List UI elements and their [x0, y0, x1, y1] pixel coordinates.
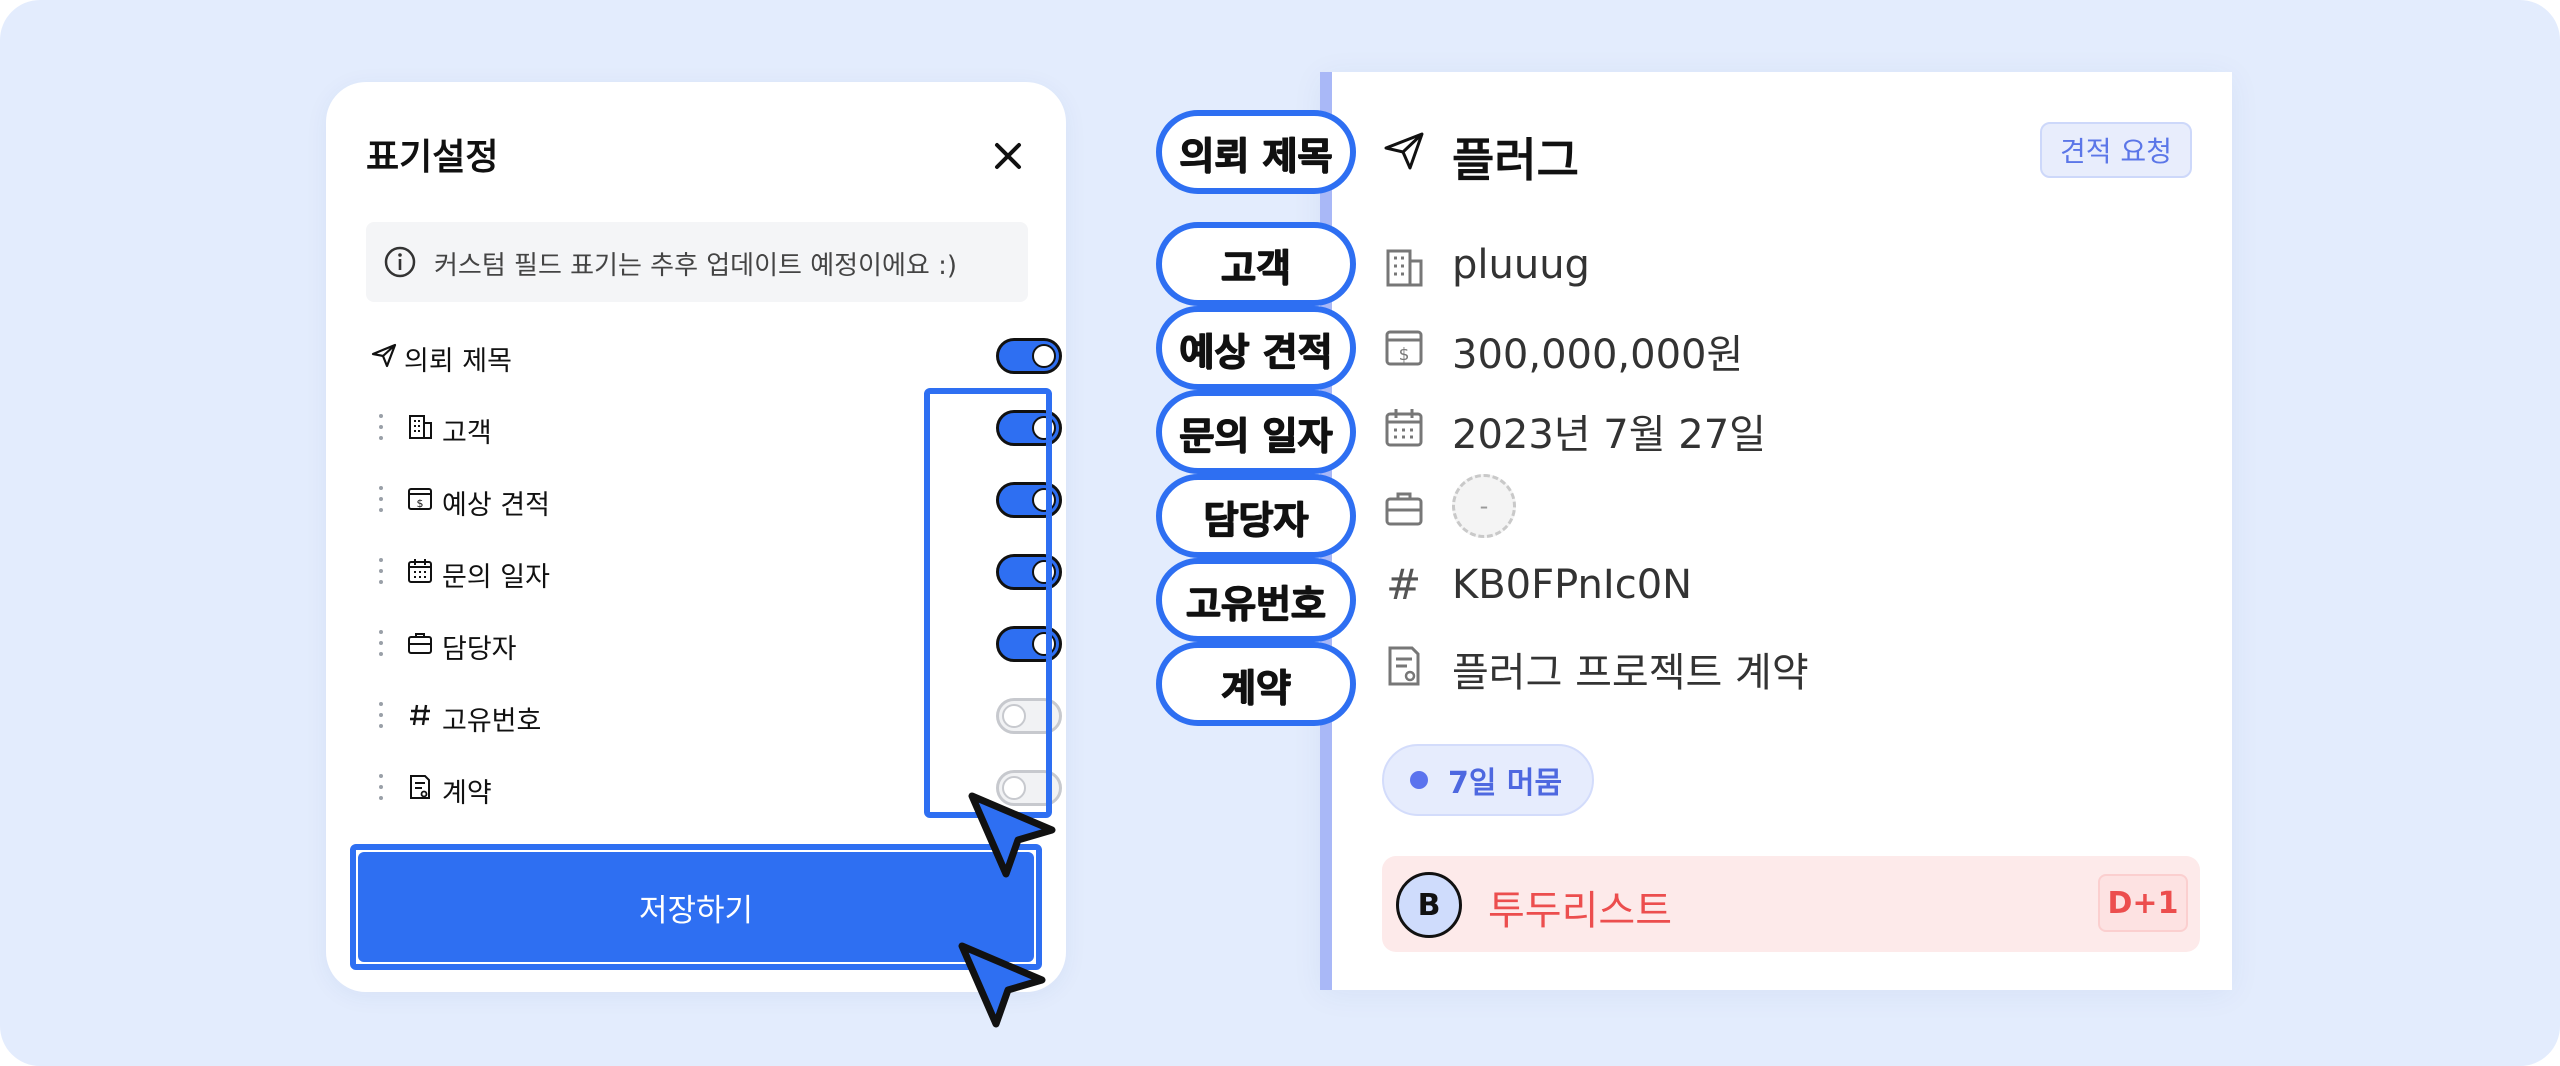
field-label: 문의 일자	[442, 562, 550, 593]
field-label: 예상 견적	[442, 490, 550, 521]
toggle-switch[interactable]	[996, 410, 1062, 446]
contract-value: 플러그 프로젝트 계약	[1452, 650, 1809, 696]
request-status-badge: 견적 요청	[2040, 122, 2192, 178]
drag-handle-icon[interactable]	[378, 772, 384, 802]
callout-unique-id: 고유번호	[1156, 558, 1356, 642]
callout-contract: 계약	[1156, 642, 1356, 726]
toggle-switch[interactable]	[996, 338, 1062, 374]
notice-text: 커스텀 필드 표기는 추후 업데이트 예정이에요 :)	[434, 251, 957, 281]
calendar-icon	[1385, 409, 1423, 447]
stay-duration-badge: 7일 머뭄	[1382, 744, 1594, 816]
briefcase-icon	[408, 633, 432, 654]
field-label: 고유번호	[442, 706, 542, 737]
customer-value: pluuug	[1452, 242, 1590, 288]
estimate-value: 300,000,000원	[1452, 332, 1744, 378]
cursor-arrow-icon	[968, 792, 1056, 878]
toggle-switch[interactable]	[996, 698, 1062, 734]
manager-avatar-empty[interactable]: -	[1452, 474, 1516, 538]
field-label: 고객	[442, 418, 492, 449]
todo-item[interactable]: B 투두리스트 D+1	[1382, 856, 2200, 952]
field-row-unique-id: 고유번호	[366, 688, 1062, 744]
field-row-estimate: $ 예상 견적	[366, 472, 1062, 528]
contract-icon	[1388, 646, 1420, 686]
request-card[interactable]: 플러그 견적 요청 pluuug $ 300,000,000원 2023년 7월…	[1320, 72, 2232, 990]
hash-icon	[410, 704, 430, 726]
building-icon	[1386, 249, 1423, 287]
field-label: 계약	[442, 778, 492, 809]
svg-text:$: $	[417, 497, 424, 510]
callout-title: 의뢰 제목	[1156, 110, 1356, 194]
canvas-background: 표기설정 커스텀 필드 표기는 추후 업데이트 예정이에요 :) 의뢰 제목 고…	[0, 0, 2560, 1066]
toggle-switch[interactable]	[996, 482, 1062, 518]
callout-inquiry-date: 문의 일자	[1156, 390, 1356, 474]
toggle-switch[interactable]	[996, 554, 1062, 590]
field-row-contract: 계약	[366, 760, 1062, 816]
field-row-customer: 고객	[366, 400, 1062, 456]
field-label: 의뢰 제목	[404, 346, 512, 377]
estimate-icon: $	[1385, 330, 1423, 366]
drag-handle-icon[interactable]	[378, 412, 384, 442]
info-icon	[384, 246, 416, 278]
toggle-switch[interactable]	[996, 626, 1062, 662]
field-label: 담당자	[442, 634, 517, 665]
modal-title: 표기설정	[366, 137, 499, 178]
drag-handle-icon[interactable]	[378, 700, 384, 730]
save-button[interactable]: 저장하기	[358, 852, 1034, 962]
estimate-icon: $	[408, 488, 432, 510]
drag-handle-icon[interactable]	[378, 484, 384, 514]
unique-id-value: KB0FPnIc0N	[1452, 562, 1693, 608]
callout-estimate: 예상 견적	[1156, 306, 1356, 390]
field-row-manager: 담당자	[366, 616, 1062, 672]
svg-text:$: $	[1399, 345, 1410, 365]
todo-label: 투두리스트	[1488, 888, 1672, 934]
todo-due-badge: D+1	[2098, 874, 2188, 932]
callout-customer: 고객	[1156, 222, 1356, 306]
send-icon	[371, 343, 397, 368]
building-icon	[409, 415, 432, 439]
send-icon	[1384, 132, 1424, 170]
cursor-arrow-icon	[958, 942, 1046, 1028]
display-settings-modal: 표기설정 커스텀 필드 표기는 추후 업데이트 예정이에요 :) 의뢰 제목 고…	[326, 82, 1066, 992]
inquiry-date-value: 2023년 7월 27일	[1452, 412, 1766, 458]
drag-handle-icon[interactable]	[378, 556, 384, 586]
notice-banner: 커스텀 필드 표기는 추후 업데이트 예정이에요 :)	[366, 222, 1028, 302]
close-icon[interactable]	[986, 134, 1030, 178]
field-row-title: 의뢰 제목	[366, 328, 1062, 384]
contract-icon	[410, 775, 430, 799]
stay-duration-label: 7일 머뭄	[1448, 766, 1563, 801]
field-row-inquiry-date: 문의 일자	[366, 544, 1062, 600]
card-title: 플러그	[1452, 133, 1579, 187]
todo-avatar: B	[1396, 872, 1462, 938]
status-dot-icon	[1410, 771, 1428, 789]
calendar-icon	[408, 559, 432, 583]
callout-manager: 담당자	[1156, 474, 1356, 558]
hash-icon: #	[1386, 560, 1422, 609]
briefcase-icon	[1385, 492, 1423, 526]
drag-handle-icon[interactable]	[378, 628, 384, 658]
